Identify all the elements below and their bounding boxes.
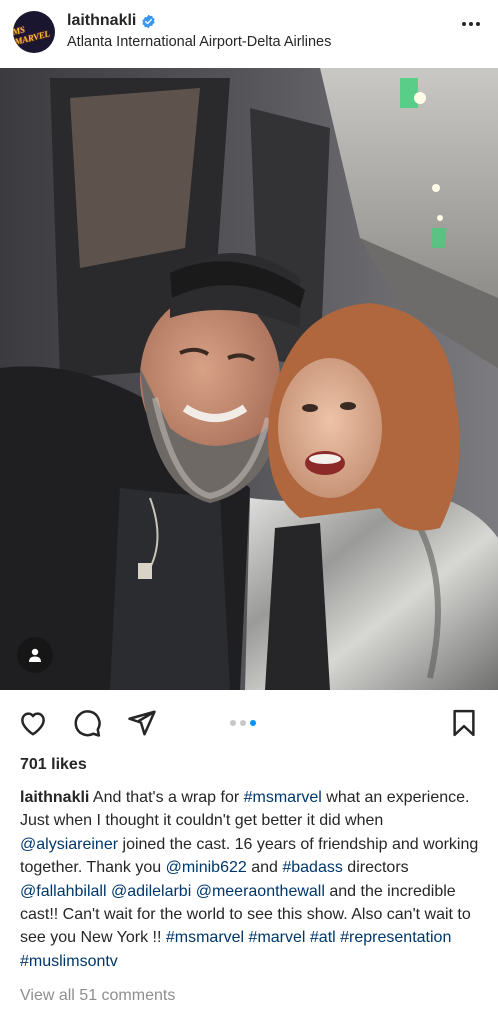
caption-segment: And that's a wrap for bbox=[89, 789, 244, 806]
caption: laithnakli And that's a wrap for #msmarv… bbox=[20, 786, 482, 973]
username[interactable]: laithnakli bbox=[67, 12, 136, 30]
user-block: laithnakli Atlanta International Airport… bbox=[67, 12, 331, 50]
caption-username[interactable]: laithnakli bbox=[20, 789, 89, 806]
caption-segment: directors bbox=[342, 859, 409, 877]
verified-badge-icon bbox=[142, 14, 156, 28]
more-options-icon[interactable] bbox=[462, 22, 480, 26]
hashtag-link[interactable]: #representation bbox=[340, 929, 451, 946]
post-photo[interactable] bbox=[0, 68, 498, 690]
heart-icon[interactable] bbox=[18, 708, 48, 738]
hashtag-link[interactable]: #marvel bbox=[249, 929, 306, 946]
tagged-people-icon[interactable] bbox=[17, 637, 53, 673]
bookmark-icon[interactable] bbox=[449, 708, 479, 738]
mention-link[interactable]: @meeraonthewall bbox=[196, 883, 325, 900]
hashtag-link[interactable]: #badass bbox=[282, 859, 343, 876]
mention-link[interactable]: @alysiareiner bbox=[20, 836, 118, 853]
carousel-dot bbox=[240, 720, 246, 726]
mention-link[interactable]: @minib622 bbox=[166, 859, 247, 876]
hashtag-link[interactable]: #atl bbox=[310, 929, 336, 946]
hashtag-link[interactable]: #muslimsontv bbox=[20, 953, 118, 970]
username-row: laithnakli bbox=[67, 12, 331, 30]
send-icon[interactable] bbox=[127, 708, 157, 738]
avatar[interactable]: MS MARVEL bbox=[13, 11, 55, 53]
person-icon bbox=[29, 648, 41, 662]
carousel-indicator bbox=[230, 720, 256, 726]
caption-segment: and bbox=[246, 859, 283, 877]
avatar-logo: MS MARVEL bbox=[13, 24, 51, 47]
hashtag-link[interactable]: #msmarvel bbox=[166, 929, 244, 946]
carousel-dot bbox=[230, 720, 236, 726]
caption-text: And that's a wrap for #msmarvel what an … bbox=[20, 789, 478, 970]
mention-link[interactable]: @fallahbilall bbox=[20, 883, 107, 900]
carousel-dot-active bbox=[250, 720, 256, 726]
hashtag-link[interactable]: #msmarvel bbox=[244, 789, 322, 806]
view-comments-link[interactable]: View all 51 comments bbox=[20, 987, 175, 1005]
likes-count[interactable]: 701 likes bbox=[20, 756, 87, 774]
location[interactable]: Atlanta International Airport-Delta Airl… bbox=[67, 34, 331, 50]
mention-link[interactable]: @adilelarbi bbox=[111, 883, 191, 900]
post-header: MS MARVEL laithnakli Atlanta Internation… bbox=[0, 0, 498, 68]
comment-icon[interactable] bbox=[72, 708, 102, 738]
photo-illustration bbox=[0, 68, 498, 690]
